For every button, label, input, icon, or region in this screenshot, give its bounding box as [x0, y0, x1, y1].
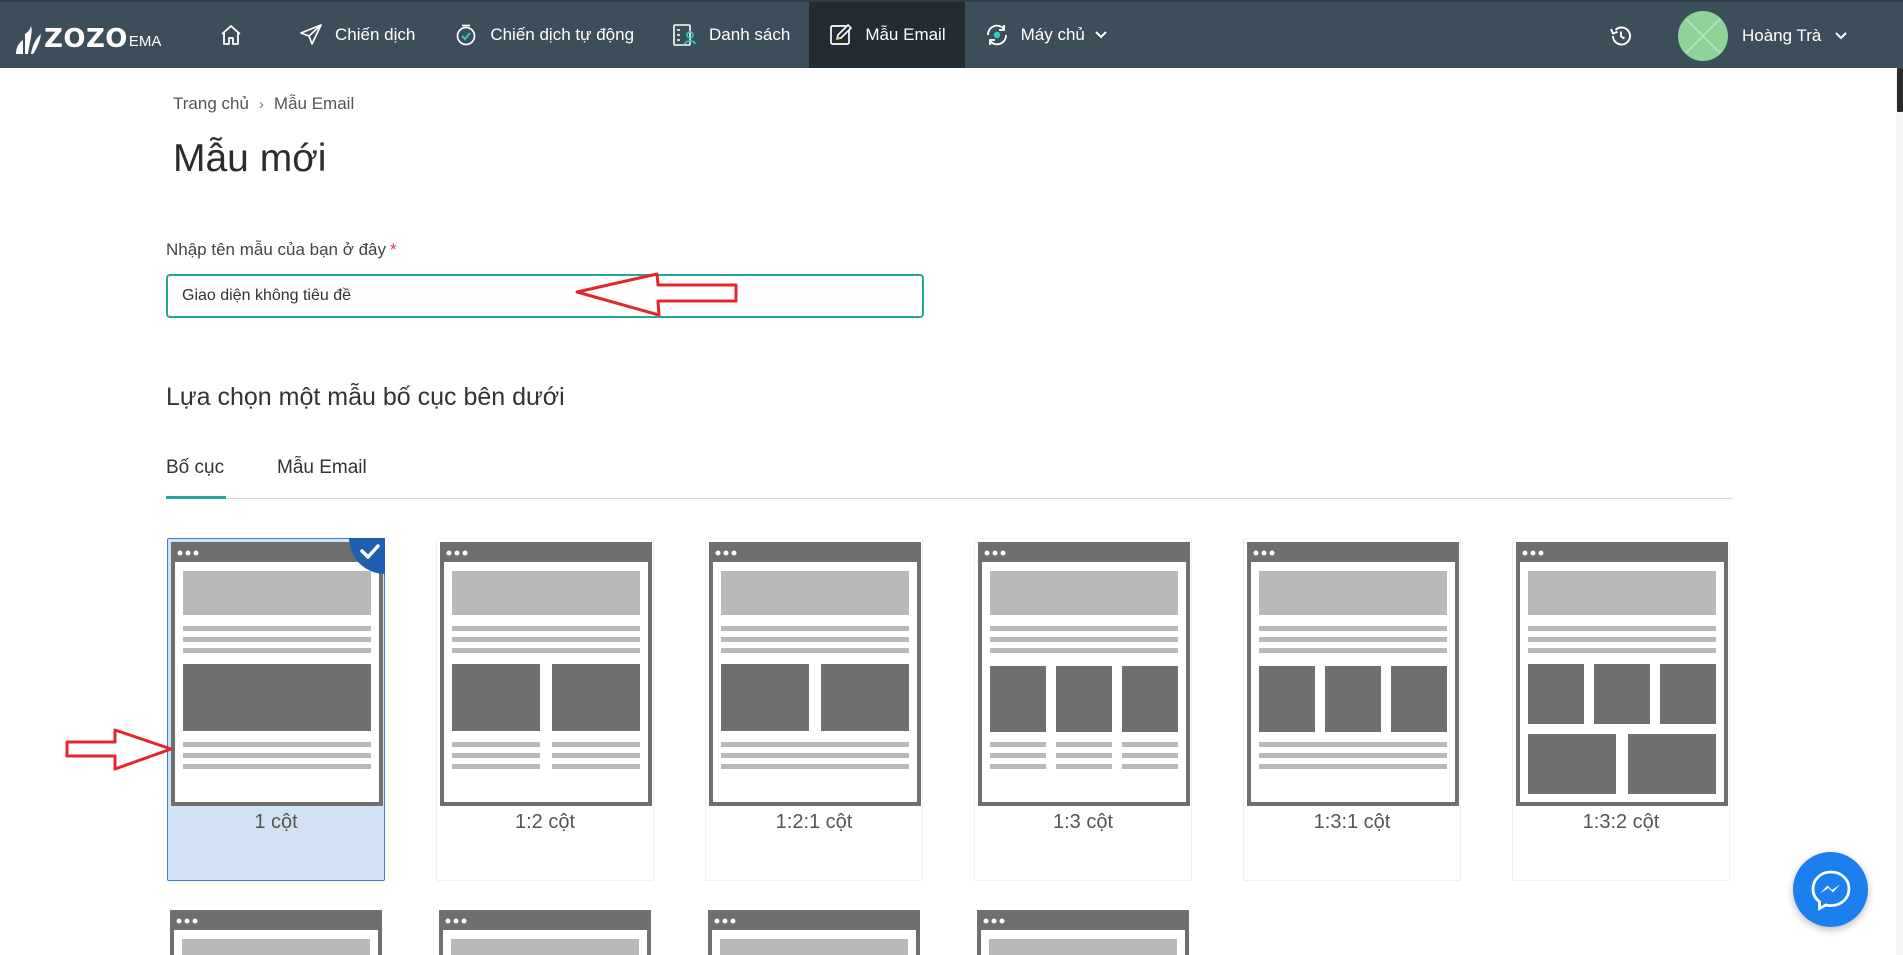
layout-card-1-2-columns[interactable]: 1:2 cột: [436, 538, 654, 881]
template-name-label: Nhập tên mẫu của bạn ở đây *: [166, 240, 397, 260]
nav-email-templates-label: Mẫu Email: [865, 25, 946, 44]
template-name-input[interactable]: [166, 274, 924, 318]
server-sync-icon: [984, 22, 1010, 48]
layout-card-label: 1:2:1 cột: [775, 811, 853, 833]
layout-card-row2-3[interactable]: [705, 907, 923, 955]
messenger-chat-button[interactable]: [1793, 852, 1868, 927]
required-mark: *: [390, 240, 397, 259]
layout-1-column-thumbnail: [171, 542, 383, 806]
main-nav: Chiến dịch Chiến dịch tự động Danh sách …: [200, 2, 1126, 68]
logo-text: ZOZO: [44, 24, 128, 54]
tab-layouts[interactable]: Bố cục: [166, 457, 226, 499]
layout-1-3-columns-thumbnail: [978, 542, 1190, 806]
chevron-down-icon: [1095, 31, 1107, 39]
avatar: [1678, 11, 1728, 61]
breadcrumb-current: Mẫu Email: [273, 94, 355, 113]
nav-email-templates[interactable]: Mẫu Email: [809, 2, 965, 68]
breadcrumb-separator: ›: [258, 95, 264, 113]
layout-1-3-1-columns-thumbnail: [1247, 542, 1459, 806]
nav-servers-label: Máy chủ: [1020, 25, 1085, 44]
home-icon: [218, 22, 244, 48]
layout-card-label: 1 cột: [254, 811, 298, 833]
breadcrumb: Trang chủ › Mẫu Email: [173, 94, 354, 114]
edit-template-icon: [828, 22, 854, 48]
top-navigation-bar: ZOZO EMA Chiến dịch Chiến dịch tự động D…: [0, 0, 1903, 68]
layout-card-row2-4[interactable]: [974, 907, 1192, 955]
layout-card-label: 1:2 cột: [514, 811, 576, 833]
layout-card-1-2-1-columns[interactable]: 1:2:1 cột: [705, 538, 923, 881]
annotation-arrow-right-icon: [65, 728, 173, 771]
layout-thumbnail: [439, 910, 651, 955]
history-button[interactable]: [1605, 20, 1637, 52]
annotation-arrow-left-icon: [575, 272, 738, 317]
user-menu[interactable]: Hoàng Trà: [1678, 11, 1848, 61]
layout-card-1-3-2-columns[interactable]: 1:3:2 cột: [1512, 538, 1730, 881]
nav-auto-campaigns-label: Chiến dịch tự động: [490, 25, 635, 44]
nav-campaigns[interactable]: Chiến dịch: [279, 2, 434, 68]
layout-card-1-3-1-columns[interactable]: 1:3:1 cột: [1243, 538, 1461, 881]
nav-home[interactable]: [200, 2, 279, 68]
layout-1-2-1-columns-thumbnail: [709, 542, 921, 806]
template-name-label-text: Nhập tên mẫu của bạn ở đây: [166, 240, 387, 259]
auto-campaign-icon: [453, 22, 479, 48]
logo-subtext: EMA: [128, 33, 162, 50]
layout-card-label: 1:3:2 cột: [1582, 811, 1660, 833]
nav-lists-label: Danh sách: [709, 25, 791, 44]
history-icon: [1610, 26, 1631, 46]
layout-1-3-2-columns-thumbnail: [1516, 542, 1728, 806]
user-name: Hoàng Trà: [1742, 26, 1822, 45]
zozo-ema-logo[interactable]: ZOZO EMA: [14, 18, 161, 56]
layout-section-title: Lựa chọn một mẫu bố cục bên dưới: [166, 383, 565, 411]
contact-list-icon: [672, 22, 698, 48]
layout-card-label: 1:3 cột: [1052, 811, 1114, 833]
layout-card-label: 1:3:1 cột: [1313, 811, 1391, 833]
nav-servers[interactable]: Máy chủ: [965, 2, 1126, 68]
layout-card-1-column[interactable]: 1 cột: [167, 538, 385, 881]
page-scrollbar-track[interactable]: [1896, 68, 1903, 955]
zozo-leaf-icon: [16, 26, 41, 54]
layout-tabs: Bố cục Mẫu Email: [166, 457, 1732, 499]
layout-card-row2-1[interactable]: [167, 907, 385, 955]
layout-thumbnail: [170, 910, 382, 955]
chevron-down-icon: [1835, 32, 1848, 40]
messenger-icon: [1811, 870, 1850, 911]
selected-check-icon: [349, 538, 385, 574]
layout-card-1-3-columns[interactable]: 1:3 cột: [974, 538, 1192, 881]
nav-lists[interactable]: Danh sách: [653, 2, 809, 68]
layout-thumbnail: [708, 910, 920, 955]
page-scrollbar-thumb[interactable]: [1897, 68, 1903, 112]
layout-1-2-columns-thumbnail: [440, 542, 652, 806]
layout-card-row2-2[interactable]: [436, 907, 654, 955]
nav-campaigns-label: Chiến dịch: [335, 25, 416, 44]
nav-auto-campaigns[interactable]: Chiến dịch tự động: [434, 2, 653, 68]
breadcrumb-home-link[interactable]: Trang chủ: [173, 94, 249, 114]
page-title: Mẫu mới: [173, 137, 327, 180]
paper-plane-icon: [298, 22, 324, 48]
tab-email-templates[interactable]: Mẫu Email: [277, 457, 367, 499]
layout-thumbnail: [977, 910, 1189, 955]
